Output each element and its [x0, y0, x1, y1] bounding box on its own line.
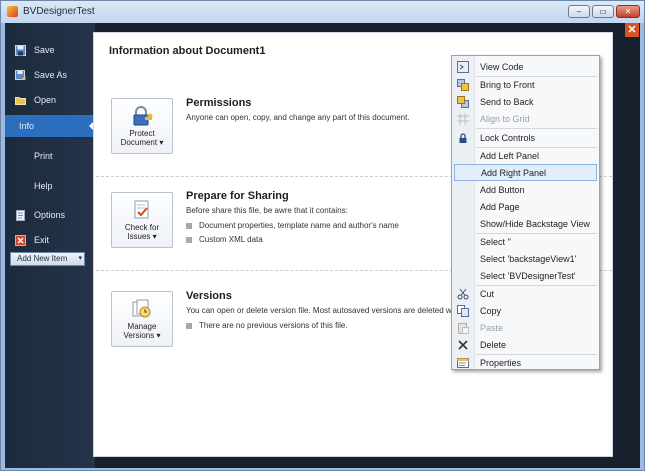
context-menu: View Code Bring to Front Send to Back Al… [451, 55, 600, 370]
menu-item-cut[interactable]: Cut [454, 285, 597, 302]
sidebar-item-label: Save [34, 45, 55, 55]
maximize-button[interactable]: ▭ [592, 5, 614, 18]
sidebar-item-options[interactable]: Options [11, 204, 89, 226]
delete-icon [457, 339, 469, 351]
menu-item-label: Copy [480, 305, 502, 316]
view-code-icon [457, 60, 469, 73]
sidebar-item-label: Options [34, 210, 66, 220]
section-desc-permissions: Anyone can open, copy, and change any pa… [186, 113, 410, 122]
sidebar-item-exit[interactable]: Exit [11, 229, 89, 251]
cut-icon [457, 288, 469, 300]
menu-item-select-backstageview1[interactable]: Select 'backstageView1' [454, 250, 597, 267]
backstage-sidebar: Save Save As Open Info Print Help Option… [5, 23, 95, 468]
menu-item-lock-controls[interactable]: Lock Controls [454, 129, 597, 146]
close-button[interactable]: ✕ [616, 5, 640, 18]
sidebar-item-save[interactable]: Save [11, 39, 89, 61]
bring-front-icon [457, 78, 469, 91]
menu-item-show-hide-backstage[interactable]: Show/Hide Backstage View [454, 215, 597, 232]
sidebar-item-label: Info [19, 121, 35, 131]
menu-item-delete[interactable]: Delete [454, 336, 597, 353]
menu-item-add-right-panel[interactable]: Add Right Panel [454, 164, 597, 181]
page-title: Information about Document1 [109, 45, 266, 57]
sidebar-item-print[interactable]: Print [11, 145, 89, 167]
menu-item-label: Lock Controls [480, 132, 536, 143]
lock-key-icon [131, 105, 153, 127]
menu-item-paste: Paste [454, 319, 597, 336]
menu-item-label: View Code [480, 61, 524, 72]
menu-item-label: Select 'backstageView1' [480, 253, 577, 264]
manage-versions-button[interactable]: Manage Versions ▾ [111, 291, 173, 347]
menu-item-label: Align to Grid [480, 113, 530, 124]
menu-item-select-empty[interactable]: Select '' [454, 233, 597, 250]
section-title-versions: Versions [186, 290, 232, 302]
menu-item-send-to-back[interactable]: Send to Back [454, 93, 597, 110]
menu-item-select-bvdesignertest[interactable]: Select 'BVDesignerTest' [454, 267, 597, 284]
sidebar-item-label: Print [34, 151, 53, 161]
exit-icon [15, 234, 26, 246]
menu-item-label: Show/Hide Backstage View [480, 218, 590, 229]
menu-item-label: Send to Back [480, 96, 534, 107]
save-as-icon [15, 69, 26, 81]
menu-item-bring-to-front[interactable]: Bring to Front [454, 76, 597, 93]
versions-icon [131, 298, 153, 320]
menu-item-label: Add Page [480, 201, 520, 212]
menu-item-label: Bring to Front [480, 79, 535, 90]
menu-item-label: Select 'BVDesignerTest' [480, 270, 576, 281]
list-item: There are no previous versions of this f… [186, 321, 348, 330]
menu-item-align-to-grid: Align to Grid [454, 110, 597, 127]
grid-icon [457, 112, 469, 125]
check-for-issues-button[interactable]: Check for Issues ▾ [111, 192, 173, 248]
protect-document-button[interactable]: Protect Document ▾ [111, 98, 173, 154]
paste-icon [457, 322, 469, 334]
open-folder-icon [15, 95, 26, 106]
window-title: BVDesignerTest [23, 6, 95, 17]
menu-item-label: Add Button [480, 184, 525, 195]
chevron-down-icon: ▾ [78, 255, 82, 262]
sidebar-item-open[interactable]: Open [11, 89, 89, 111]
menu-item-label: Properties [480, 357, 522, 368]
sidebar-item-save-as[interactable]: Save As [11, 64, 89, 86]
menu-item-add-left-panel[interactable]: Add Left Panel [454, 147, 597, 164]
list-item: Document properties, template name and a… [186, 221, 399, 230]
properties-icon [457, 357, 469, 369]
menu-item-add-page[interactable]: Add Page [454, 198, 597, 215]
minimize-button[interactable]: – [568, 5, 590, 18]
menu-item-copy[interactable]: Copy [454, 302, 597, 319]
menu-item-label: Cut [480, 288, 495, 299]
sidebar-item-label: Help [34, 181, 53, 191]
check-document-icon [131, 199, 153, 221]
menu-item-properties[interactable]: Properties [454, 354, 597, 371]
sidebar-item-label: Open [34, 95, 57, 105]
menu-item-label: Add Left Panel [480, 150, 540, 161]
app-window: BVDesignerTest – ▭ ✕ Save Save As Open I… [0, 0, 645, 471]
app-icon [7, 6, 18, 17]
menu-item-add-button[interactable]: Add Button [454, 181, 597, 198]
add-new-item-label: Add New Item [17, 254, 68, 263]
add-new-item-dropdown[interactable]: Add New Item ▾ [10, 252, 85, 266]
section-title-prepare-sharing: Prepare for Sharing [186, 190, 289, 202]
save-icon [15, 44, 26, 56]
sidebar-item-label: Save As [34, 70, 68, 80]
menu-item-label: Delete [480, 339, 507, 350]
menu-item-label: Paste [480, 322, 504, 333]
menu-item-label: Select '' [480, 236, 511, 247]
sidebar-item-label: Exit [34, 235, 50, 245]
list-item: Custom XML data [186, 235, 263, 244]
copy-icon [457, 304, 469, 317]
backstage-close-icon[interactable]: ✕ [625, 23, 639, 37]
section-desc-prepare-sharing: Before share this file, be awre that it … [186, 206, 348, 215]
options-icon [15, 209, 26, 221]
sidebar-item-info[interactable]: Info [5, 115, 95, 137]
sidebar-item-help[interactable]: Help [11, 175, 89, 197]
lock-icon [457, 132, 469, 144]
section-desc-versions: You can open or delete version file. Mos… [186, 306, 461, 315]
menu-item-label: Add Right Panel [481, 167, 547, 178]
window-controls: – ▭ ✕ [568, 5, 640, 18]
menu-item-view-code[interactable]: View Code [454, 58, 597, 75]
send-back-icon [457, 95, 469, 108]
section-title-permissions: Permissions [186, 97, 252, 109]
title-bar[interactable]: BVDesignerTest – ▭ ✕ [1, 1, 644, 23]
